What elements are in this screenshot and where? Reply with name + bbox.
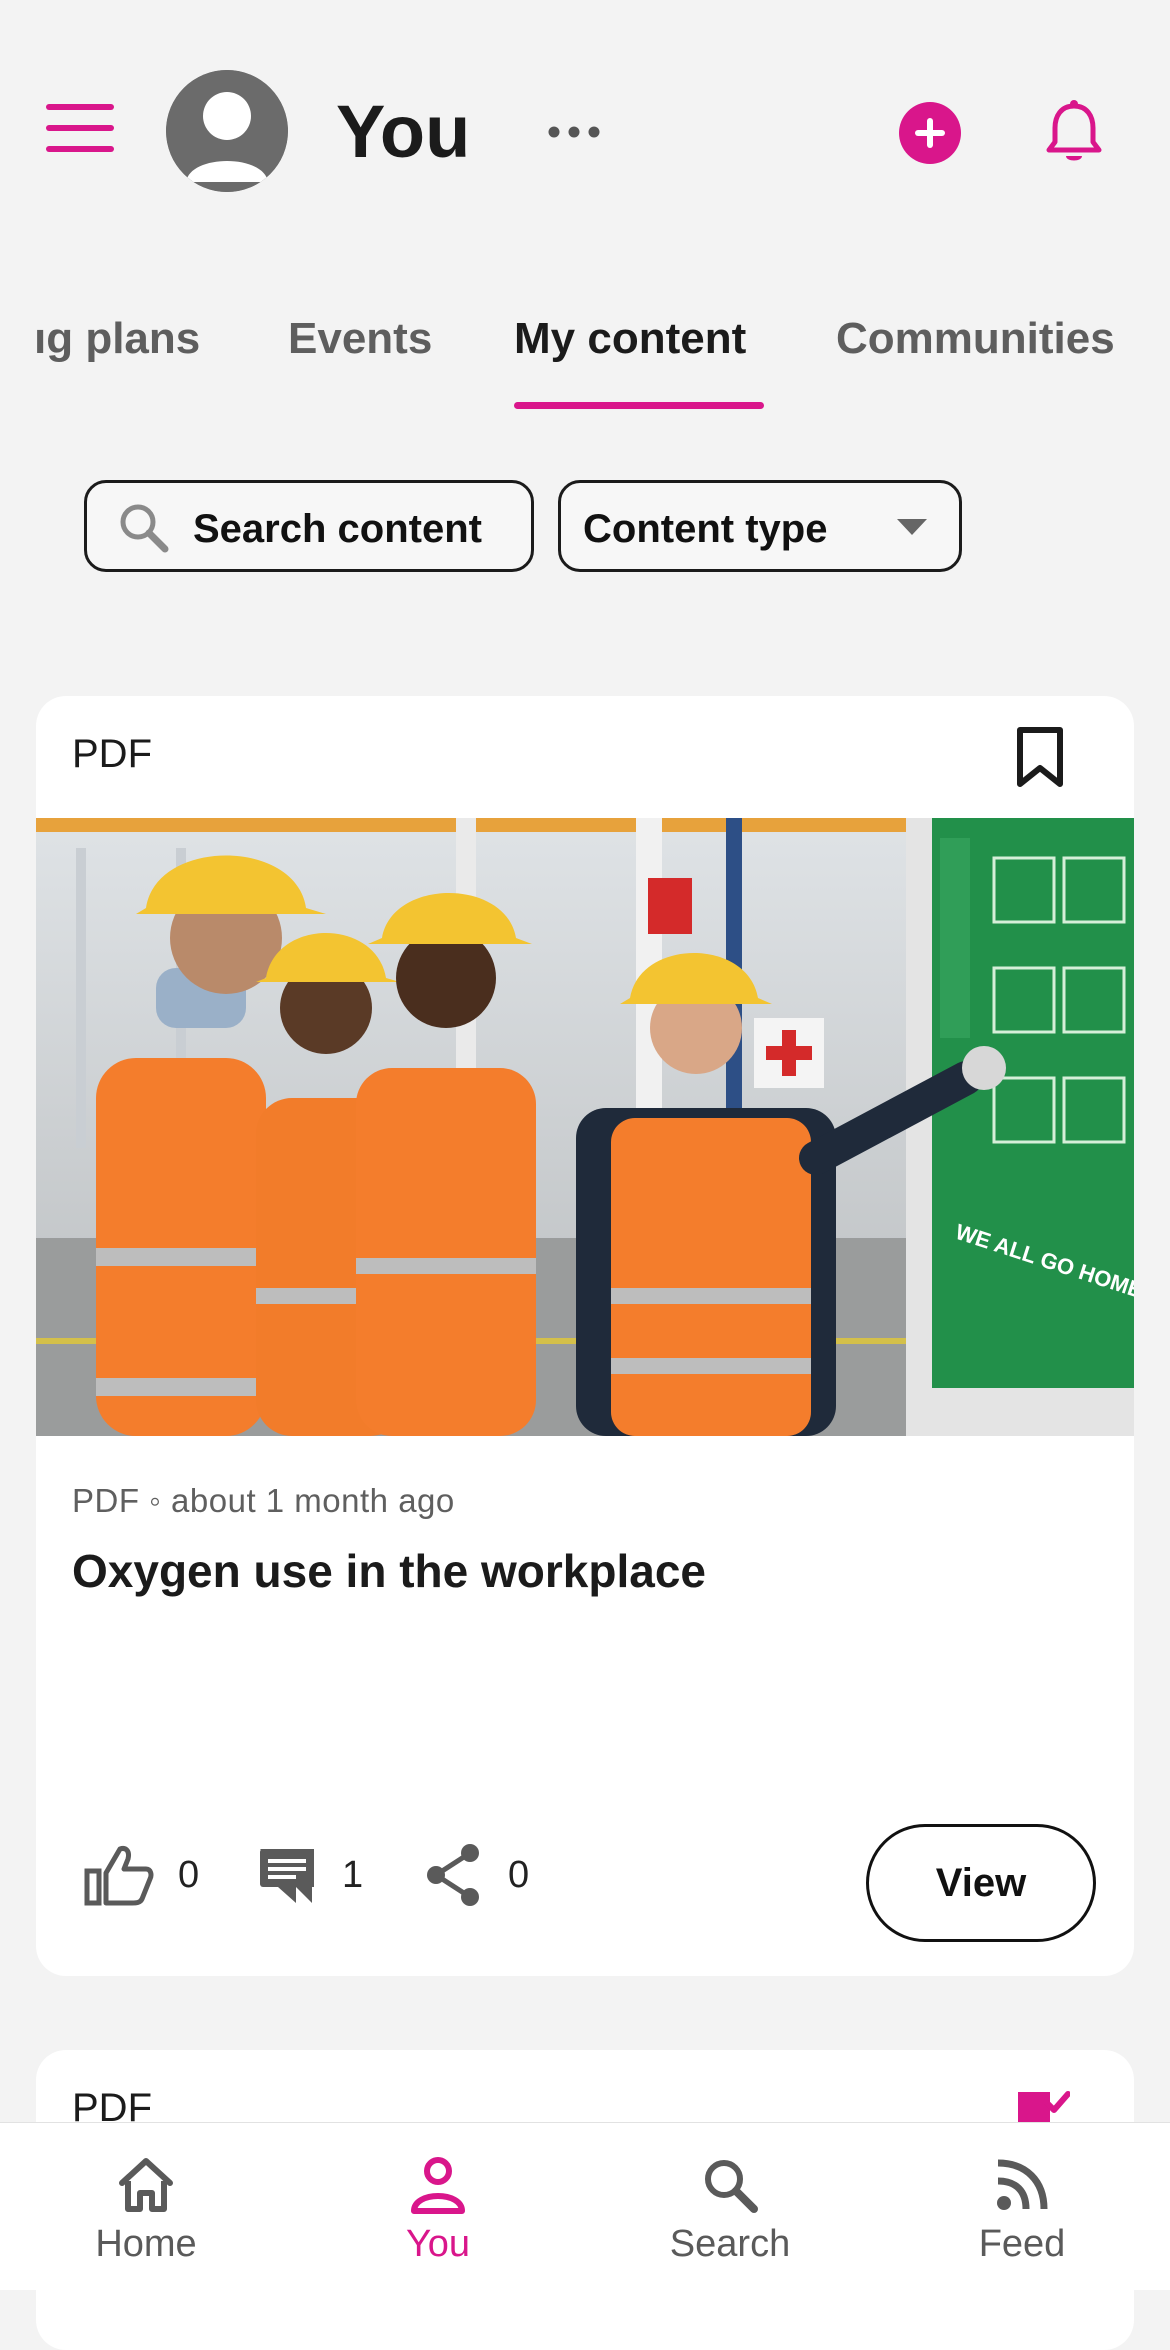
card-title[interactable]: Oxygen use in the workplace — [72, 1544, 706, 1598]
bookmark-icon[interactable] — [1014, 726, 1066, 790]
nav-feed[interactable]: Feed — [876, 2123, 1168, 2290]
tab-learning-plans[interactable]: ıg plans — [34, 314, 200, 364]
notifications-bell-icon[interactable] — [1044, 100, 1104, 168]
user-avatar-icon[interactable] — [166, 70, 288, 192]
share-count: 0 — [508, 1853, 530, 1896]
search-content-label: Search content — [193, 507, 482, 551]
workplace-safety-illustration: WE ALL GO HOME SAFE. — [36, 818, 1134, 1436]
content-type-label: Content type — [583, 507, 828, 551]
search-icon — [120, 504, 169, 553]
nav-home[interactable]: Home — [0, 2123, 292, 2290]
nav-search[interactable]: Search — [584, 2123, 876, 2290]
tab-bar: ıg plans Events My content Communities — [0, 300, 1170, 412]
share-icon — [427, 1844, 479, 1906]
search-icon — [705, 2160, 758, 2213]
content-type-dropdown[interactable]: Content type — [558, 480, 962, 572]
share-button[interactable]: 0 — [424, 1840, 529, 1910]
card-meta: PDF ◦ about 1 month ago — [72, 1482, 455, 1519]
tab-my-content[interactable]: My content — [514, 314, 746, 364]
content-card: PDF WE ALL GO HOME PDF ◦ about 1 month a… — [36, 696, 1134, 1976]
card-thumbnail-image[interactable]: WE ALL GO HOME SAFE. — [36, 818, 1134, 1436]
search-content-button[interactable]: Search content — [84, 480, 534, 572]
nav-home-label: Home — [95, 2223, 197, 2265]
home-icon — [119, 2158, 173, 2212]
ellipsis-icon[interactable] — [546, 120, 602, 144]
chevron-down-icon — [897, 519, 927, 535]
nav-you[interactable]: You — [292, 2123, 584, 2290]
comment-count: 1 — [342, 1853, 364, 1896]
rss-feed-icon — [997, 2159, 1048, 2210]
tab-events[interactable]: Events — [288, 314, 432, 364]
hamburger-menu-icon[interactable] — [44, 100, 116, 156]
comment-button[interactable]: 1 — [256, 1840, 363, 1910]
page-title: You — [336, 90, 471, 173]
bottom-navigation: Home You Search Feed — [0, 2122, 1170, 2290]
plus-circle-icon — [915, 118, 945, 148]
nav-you-label: You — [405, 2223, 471, 2265]
like-count: 0 — [178, 1853, 200, 1896]
tab-communities[interactable]: Communities — [836, 314, 1115, 364]
nav-feed-label: Feed — [978, 2223, 1066, 2265]
active-tab-indicator — [514, 402, 764, 409]
nav-search-label: Search — [669, 2223, 791, 2265]
view-button[interactable]: View — [866, 1824, 1096, 1942]
person-icon — [411, 2157, 465, 2214]
card-type-label: PDF — [72, 732, 152, 776]
thumbs-up-icon — [84, 1846, 154, 1906]
like-button[interactable]: 0 — [84, 1840, 199, 1910]
add-button[interactable] — [899, 102, 961, 164]
comment-icon — [260, 1849, 314, 1903]
